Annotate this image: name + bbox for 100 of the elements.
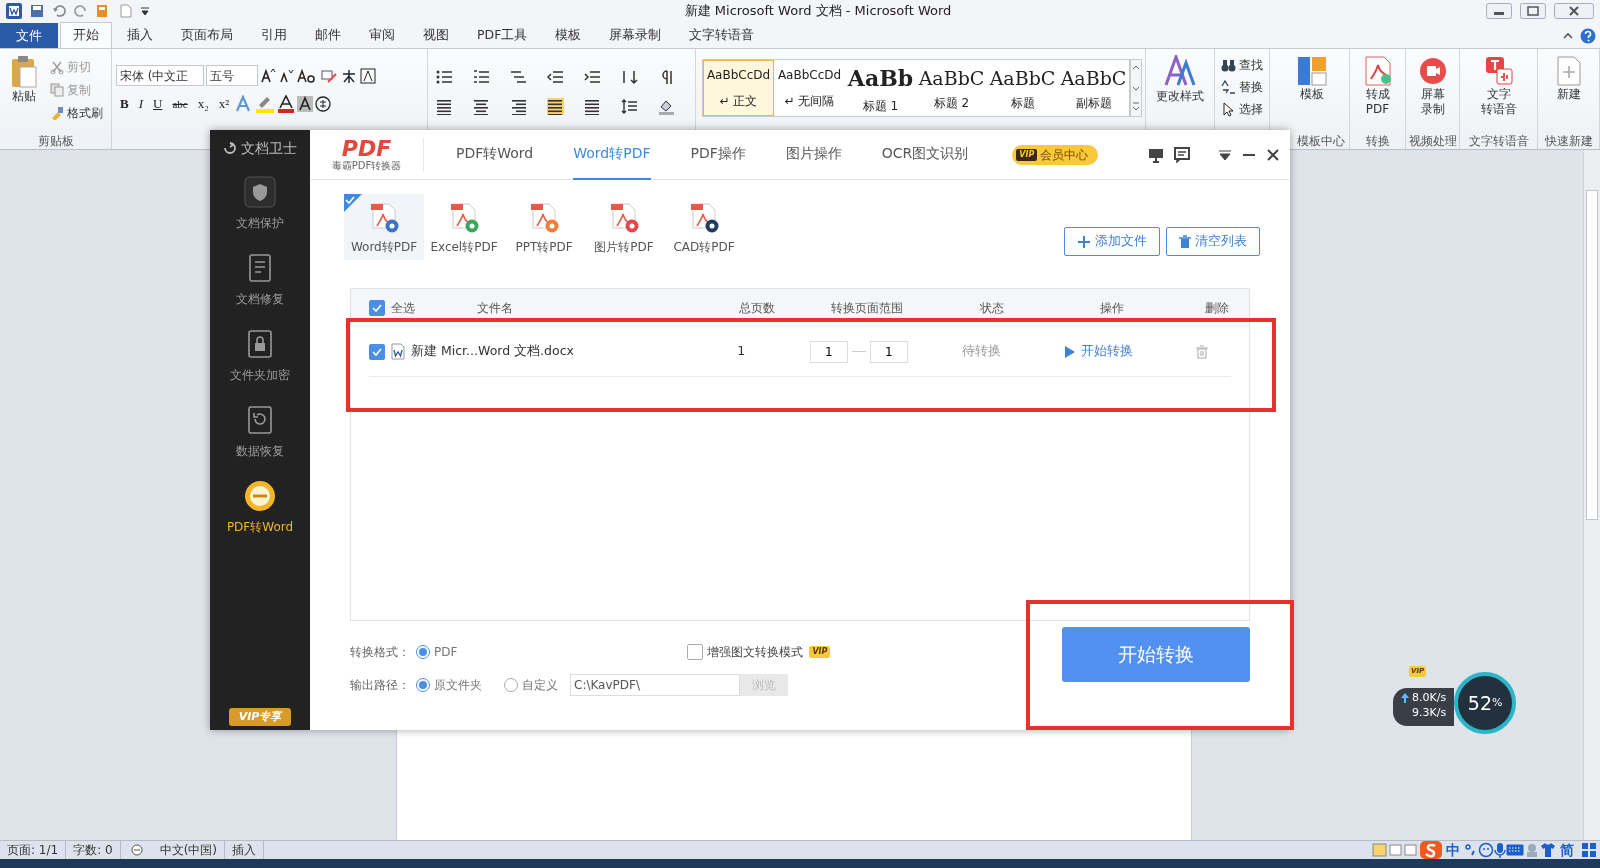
ribbon-button[interactable]: 格式刷	[48, 103, 105, 123]
format-button[interactable]: I	[134, 94, 147, 114]
emoji-icon[interactable]	[1478, 842, 1494, 858]
page-from-field[interactable]: 1	[809, 340, 848, 363]
ribbon-tab[interactable]: 文字转语音	[676, 22, 768, 48]
ribbon-tab[interactable]: 页面布局	[168, 22, 246, 48]
ribbon-tab[interactable]: 开始	[60, 22, 112, 48]
close-icon[interactable]	[1554, 3, 1594, 19]
customize-icon[interactable]	[140, 6, 150, 16]
member-button[interactable]: VIP 会员中心	[1012, 144, 1099, 165]
change-case-icon[interactable]	[296, 67, 318, 84]
change-styles-button[interactable]: 更改样式	[1150, 53, 1210, 106]
monitor-icon[interactable]	[1148, 146, 1164, 163]
microphone-icon[interactable]	[1494, 842, 1506, 858]
line-spacing-icon[interactable]	[621, 98, 638, 115]
char-border-icon[interactable]	[360, 67, 376, 84]
start-link[interactable]: 开始转换	[1058, 341, 1139, 362]
radio-option[interactable]: PDF	[416, 642, 458, 661]
format-button[interactable]: abc	[168, 95, 192, 112]
checkbox[interactable]	[369, 343, 385, 360]
ribbon-button[interactable]: 屏幕 录制	[1410, 53, 1455, 133]
font-size-field[interactable]: 五号	[206, 65, 258, 86]
style-item[interactable]: AaBbCcDd ↵ 无间隔	[774, 60, 845, 116]
redo-icon[interactable]	[74, 4, 88, 18]
shirt-icon[interactable]	[1540, 842, 1556, 858]
ribbon-tab[interactable]: 视图	[410, 22, 462, 48]
close-icon[interactable]	[1266, 147, 1280, 162]
bullets-icon[interactable]	[436, 69, 453, 86]
ribbon-button[interactable]: 转成 PDF	[1355, 53, 1400, 133]
grid-icon[interactable]	[1582, 843, 1596, 857]
style-item[interactable]: AaBbC 标题	[987, 60, 1058, 116]
ribbon-tab[interactable]: 模板	[542, 22, 595, 48]
message-icon[interactable]	[1174, 146, 1190, 163]
sidebar-item[interactable]: PDF转Word	[210, 470, 310, 546]
add-file-button[interactable]: 添加文件	[1064, 227, 1160, 256]
align-right-icon[interactable]	[510, 98, 527, 115]
gallery-scroll-icon[interactable]	[1130, 59, 1142, 117]
keyboard-icon[interactable]	[1506, 844, 1524, 856]
justify-icon[interactable]	[547, 98, 564, 115]
checkbox[interactable]	[369, 300, 385, 316]
align-left-icon[interactable]	[436, 98, 453, 115]
paste-button[interactable]: 粘贴	[4, 53, 44, 133]
ribbon-tab[interactable]: 插入	[114, 22, 166, 48]
sidebar-item[interactable]: 数据恢复	[210, 394, 310, 470]
word-icon[interactable]	[6, 3, 22, 19]
style-item[interactable]: AaBb 标题 1	[845, 60, 916, 116]
tab[interactable]: PDF转Word	[456, 130, 534, 180]
minimize-icon[interactable]	[1486, 3, 1512, 19]
shrink-font-icon[interactable]	[278, 67, 294, 84]
ribbon-button[interactable]: 选择	[1219, 99, 1265, 119]
ime-indicator[interactable]: 中	[1446, 839, 1460, 861]
tab[interactable]: PDF操作	[690, 130, 746, 180]
punctuation-icon[interactable]	[1464, 843, 1478, 857]
ribbon-button[interactable]: 模板	[1289, 53, 1334, 133]
radio-option[interactable]: 自定义	[504, 675, 558, 694]
format-button[interactable]: B	[116, 94, 133, 114]
page-to-field[interactable]: 1	[869, 340, 908, 363]
distribute-icon[interactable]	[584, 98, 601, 115]
sidebar-item[interactable]: 文档保护	[210, 166, 310, 242]
file-type-tab[interactable]: 图片转PDF	[584, 194, 664, 260]
format-button[interactable]: U	[149, 94, 167, 114]
file-type-tab[interactable]: Excel转PDF	[424, 194, 504, 260]
ribbon-tab[interactable]: 屏幕录制	[596, 22, 675, 48]
scroll-bar[interactable]	[1583, 150, 1600, 840]
ribbon-tab[interactable]: 邮件	[302, 22, 354, 48]
ribbon-button[interactable]: 替换	[1219, 77, 1265, 97]
format-button[interactable]: x²	[214, 94, 234, 114]
clear-format-icon[interactable]	[320, 67, 338, 84]
tab[interactable]: OCR图文识别	[881, 130, 969, 180]
undo-icon[interactable]	[52, 4, 66, 18]
style-item[interactable]: AaBbCcDd ↵ 正文	[703, 60, 774, 116]
ime-indicator[interactable]: 简	[1560, 839, 1574, 861]
sort-icon[interactable]	[621, 69, 638, 86]
file-type-tab[interactable]: PPT转PDF	[504, 194, 584, 260]
format-button[interactable]: x₂	[193, 94, 213, 114]
sidebar-item[interactable]: 文件夹加密	[210, 318, 310, 394]
tab[interactable]: 图片操作	[785, 130, 842, 180]
font-name-field[interactable]: 宋体 (中文正	[116, 65, 204, 86]
checkbox-option[interactable]: 增强图文转换模式	[687, 642, 804, 661]
maximize-icon[interactable]	[1520, 3, 1546, 19]
path-field[interactable]: C:\KavPDF\	[570, 673, 740, 696]
ribbon-button[interactable]: 文字 转语音	[1474, 53, 1523, 133]
radio-option[interactable]: 原文件夹	[416, 675, 482, 694]
help-icon[interactable]	[1580, 28, 1596, 44]
increase-indent-icon[interactable]	[584, 69, 601, 86]
align-center-icon[interactable]	[473, 98, 490, 115]
clear-list-button[interactable]: 清空列表	[1166, 227, 1260, 256]
multilevel-icon[interactable]	[510, 69, 527, 86]
decrease-indent-icon[interactable]	[547, 69, 564, 86]
enclose-char-icon[interactable]	[315, 95, 332, 112]
ribbon-tab[interactable]: 引用	[248, 22, 300, 48]
dropdown-icon[interactable]	[1218, 147, 1232, 162]
file-tab[interactable]: 文件	[0, 22, 58, 48]
ribbon-button[interactable]: 查找	[1219, 55, 1265, 75]
ribbon-tab[interactable]: PDF工具	[464, 22, 541, 48]
grow-font-icon[interactable]	[260, 67, 276, 84]
tab[interactable]: Word转PDF	[573, 130, 651, 180]
sidebar-item[interactable]: 文档修复	[210, 242, 310, 318]
pinyin-icon[interactable]	[340, 67, 358, 84]
style-item[interactable]: AaBbC 副标题	[1058, 60, 1129, 116]
